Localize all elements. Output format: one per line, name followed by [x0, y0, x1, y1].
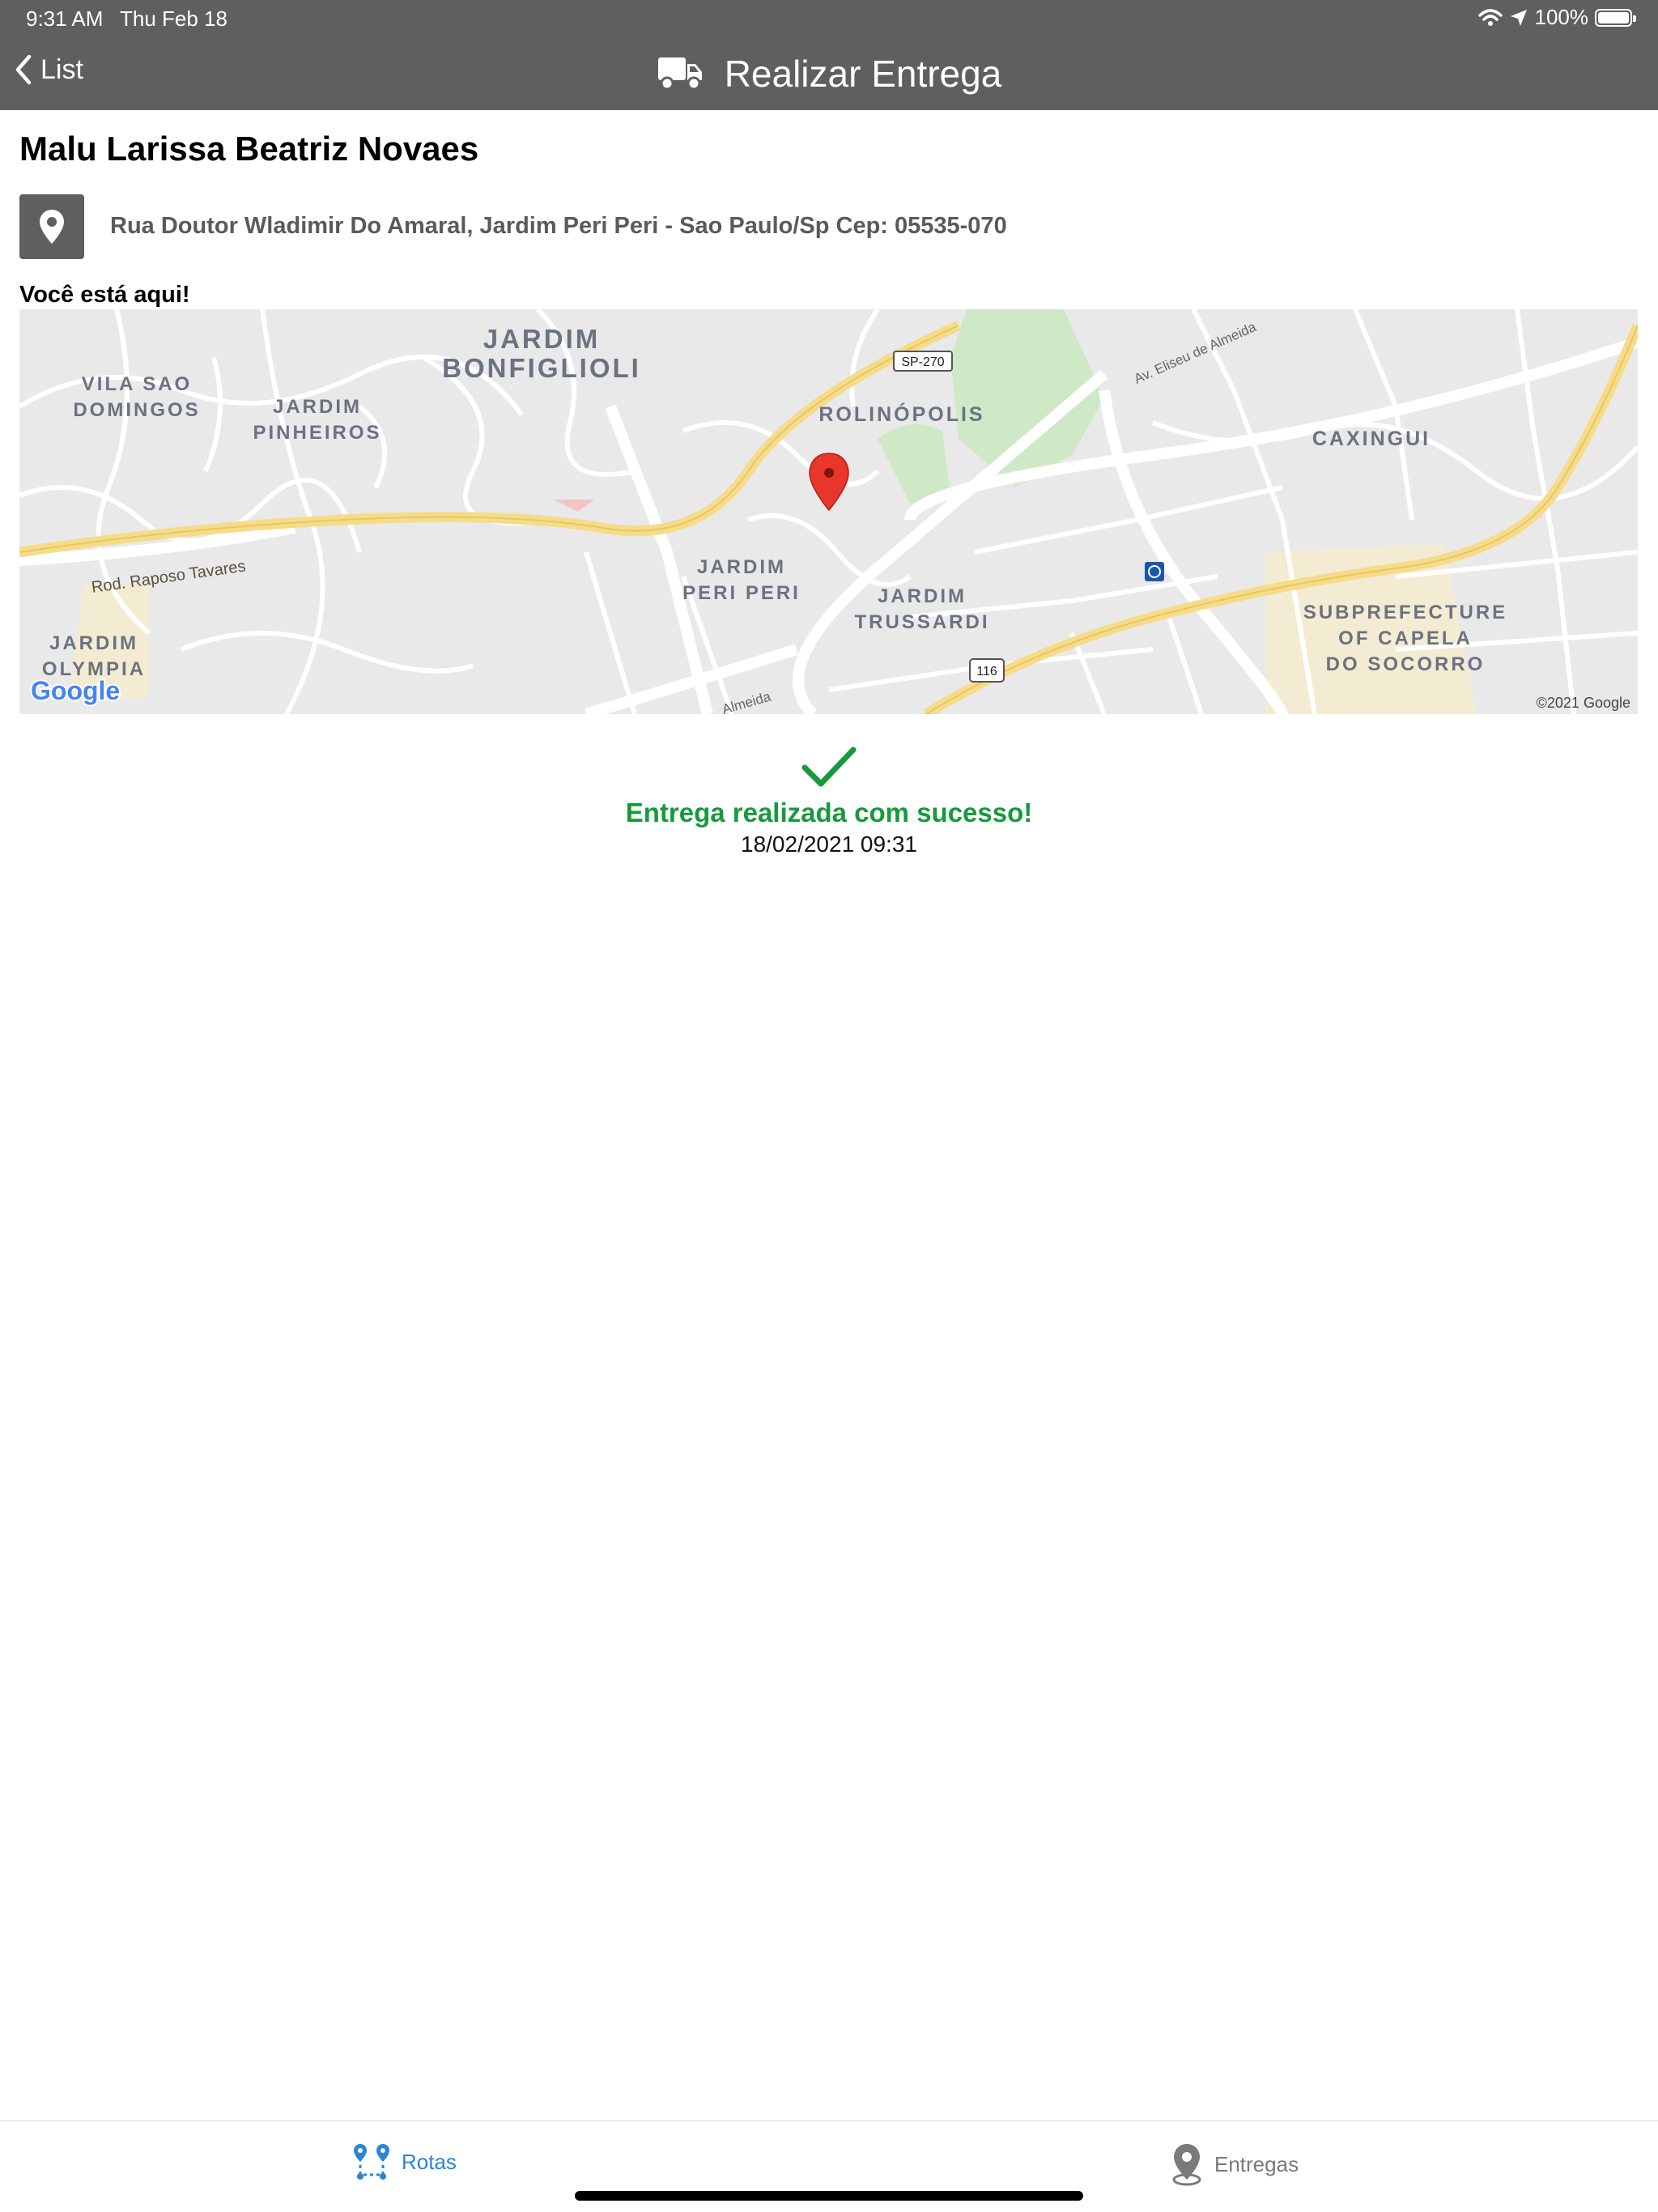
map-label: JARDIM	[49, 632, 138, 654]
map-label: PERI PERI	[682, 582, 801, 604]
map-pin-icon	[40, 210, 64, 244]
tab-entregas[interactable]: Entregas	[1171, 2142, 1299, 2186]
checkmark-icon	[801, 747, 857, 787]
shield-sp270: SP-270	[893, 351, 953, 372]
map-copyright: ©2021 Google	[1537, 695, 1630, 711]
metro-station-icon	[1145, 562, 1164, 581]
map-label: JARDIM	[878, 585, 967, 607]
map-label: BONFIGLIOLI	[442, 353, 641, 383]
truck-icon	[657, 57, 702, 91]
delivery-status-message: Entrega realizada com sucesso!	[625, 798, 1033, 827]
map-label: PINHEIROS	[253, 422, 381, 444]
battery-icon	[1595, 8, 1636, 27]
tab-rotas[interactable]: Rotas	[353, 2142, 457, 2181]
map-label: SUBPREFECTURE	[1303, 602, 1507, 623]
map-label: DOMINGOS	[73, 399, 200, 421]
tab-rotas-label: Rotas	[402, 2149, 457, 2174]
map-pin-icon	[1172, 2144, 1201, 2186]
map-label: DO SOCORRO	[1326, 653, 1486, 675]
app-header: 9:31 AM Thu Feb 18 100% List Realizar En…	[0, 0, 1658, 110]
map-label: JARDIM	[273, 396, 362, 418]
map-label: TRUSSARDI	[854, 611, 989, 633]
map-label: OF CAPELA	[1338, 627, 1473, 649]
location-arrow-icon	[1510, 9, 1527, 26]
map-label: JARDIM	[697, 556, 786, 578]
delivery-status: Entrega realizada com sucesso! 18/02/202…	[0, 745, 1658, 857]
address-pin-button[interactable]	[19, 194, 84, 259]
shield-label: 116	[976, 665, 997, 678]
wifi-icon	[1477, 8, 1503, 26]
status-indicators: 100%	[1477, 5, 1636, 30]
map-caption: Você está aqui!	[19, 282, 190, 308]
status-date: Thu Feb 18	[120, 6, 227, 31]
nav-title-group: Realizar Entrega	[0, 52, 1658, 96]
google-logo: Google	[29, 674, 121, 707]
google-logo-text: Google	[31, 676, 120, 705]
route-icon	[354, 2144, 389, 2180]
tab-bar: Rotas Entregas	[0, 2121, 1658, 2212]
shield-label: SP-270	[901, 355, 944, 369]
map-label: ROLINÓPOLIS	[818, 402, 984, 426]
map-label: CAXINGUI	[1312, 428, 1431, 450]
customer-address: Rua Doutor Wladimir Do Amaral, Jardim Pe…	[110, 213, 1007, 239]
map-label: VILA SAO	[82, 373, 192, 395]
page-title: Realizar Entrega	[724, 53, 1002, 95]
map-view[interactable]: VILA SAO DOMINGOS JARDIM PINHEIROS JARDI…	[19, 309, 1638, 714]
tab-entregas-label: Entregas	[1214, 2151, 1299, 2176]
shield-116: 116	[969, 658, 1005, 683]
status-time: 9:31 AM	[26, 6, 104, 31]
battery-percent: 100%	[1534, 5, 1589, 29]
delivery-datetime: 18/02/2021 09:31	[741, 832, 917, 857]
battery-fill	[1598, 11, 1629, 23]
map-label: JARDIM	[483, 324, 601, 354]
customer-name: Malu Larissa Beatriz Novaes	[19, 130, 479, 168]
home-indicator	[575, 2191, 1083, 2201]
